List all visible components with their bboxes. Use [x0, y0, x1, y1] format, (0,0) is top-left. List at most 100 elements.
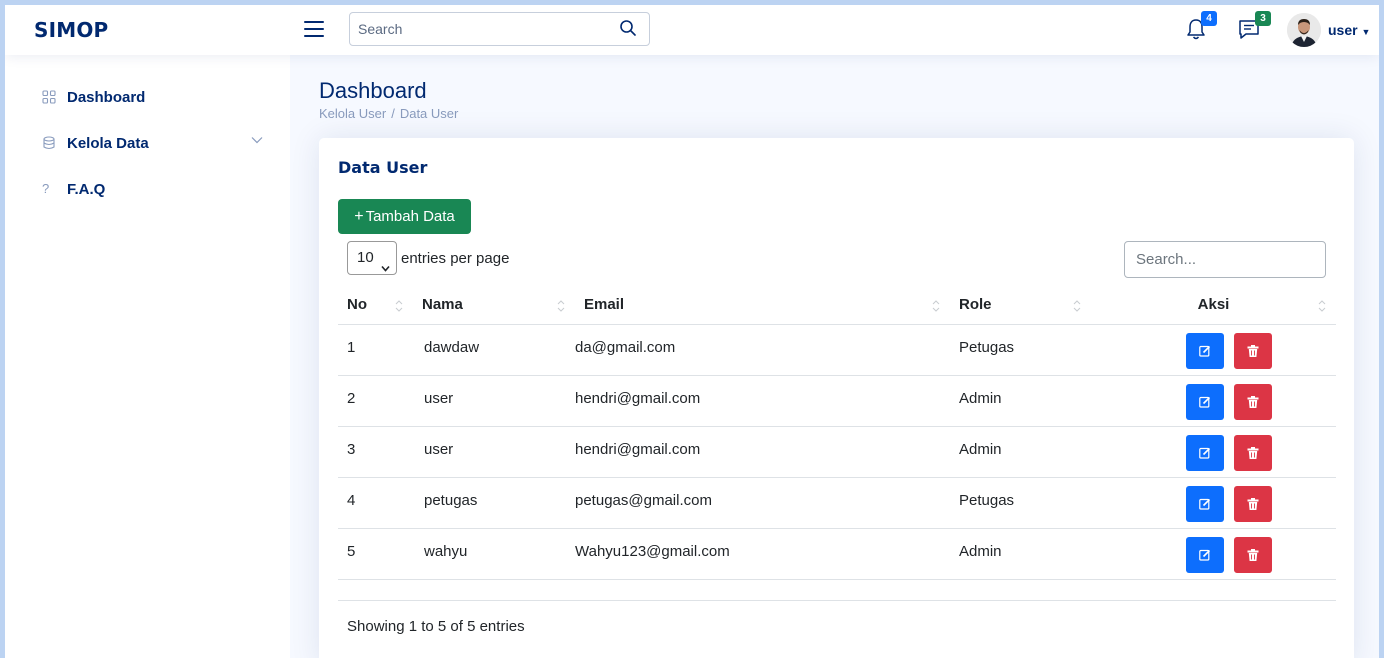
card-title: Data User: [338, 158, 428, 177]
table-row: 4 petugas petugas@gmail.com Petugas: [338, 477, 1336, 529]
edit-icon: [1199, 345, 1211, 357]
cell-nama: wahyu: [413, 528, 575, 580]
messages-chat-icon[interactable]: 3: [1237, 11, 1271, 43]
cell-nama: user: [413, 426, 575, 478]
breadcrumb-separator: /: [391, 106, 395, 121]
app-logo[interactable]: SIMOP: [34, 18, 108, 42]
cell-aksi: [1091, 426, 1336, 478]
header-search-input[interactable]: [350, 13, 615, 45]
table-row: 1 dawdaw da@gmail.com Petugas: [338, 324, 1336, 376]
trash-icon: [1247, 497, 1259, 510]
table-row: 2 user hendri@gmail.com Admin: [338, 375, 1336, 427]
sidebar-item-label: Kelola Data: [67, 135, 149, 152]
row-actions: [1186, 332, 1336, 375]
edit-button[interactable]: [1186, 434, 1224, 471]
avatar[interactable]: [1287, 13, 1321, 47]
delete-button[interactable]: [1234, 434, 1272, 471]
delete-button[interactable]: [1234, 536, 1272, 573]
cell-aksi: [1091, 324, 1336, 376]
cell-email: hendri@gmail.com: [575, 375, 950, 427]
cell-no: 3: [338, 426, 413, 478]
cell-aksi: [1091, 477, 1336, 529]
sort-icon: [932, 300, 940, 312]
breadcrumb: Kelola User / Data User: [319, 106, 458, 121]
cell-no: 5: [338, 528, 413, 580]
column-header-no[interactable]: No: [338, 286, 413, 325]
column-header-role[interactable]: Role: [950, 286, 1091, 325]
table-row: 5 wahyu Wahyu123@gmail.com Admin: [338, 528, 1336, 580]
cell-role: Admin: [950, 528, 1091, 580]
edit-button[interactable]: [1186, 332, 1224, 369]
cell-nama: dawdaw: [413, 324, 575, 376]
question-icon: ?: [42, 181, 50, 196]
sort-icon: [1318, 300, 1326, 312]
cell-aksi: [1091, 528, 1336, 580]
cell-email: hendri@gmail.com: [575, 426, 950, 478]
user-name[interactable]: user ▼: [1328, 22, 1370, 38]
notifications-badge: 4: [1201, 11, 1217, 26]
row-actions: [1186, 434, 1336, 477]
chevron-down-icon[interactable]: [250, 133, 264, 147]
trash-icon: [1247, 446, 1259, 459]
sort-icon: [395, 300, 403, 312]
column-header-email[interactable]: Email: [575, 286, 950, 325]
table-divider: [338, 600, 1336, 601]
breadcrumb-item-kelola-user[interactable]: Kelola User: [319, 106, 386, 121]
caret-down-icon: ▼: [1361, 27, 1371, 37]
table-header-row: No Nama Email Role Aksi: [338, 286, 1336, 325]
edit-icon: [1199, 498, 1211, 510]
data-user-card: Data User + Tambah Data 10 entries per pa…: [319, 138, 1354, 658]
sort-icon: [557, 300, 565, 312]
add-data-label: Tambah Data: [365, 208, 455, 225]
cell-no: 2: [338, 375, 413, 427]
sidebar-item-label: F.A.Q: [67, 181, 106, 198]
header-search: [349, 12, 650, 46]
edit-icon: [1199, 549, 1211, 561]
column-header-nama[interactable]: Nama: [413, 286, 575, 325]
sidebar: Dashboard Kelola Data ? F.A.Q: [5, 55, 290, 658]
cell-role: Admin: [950, 426, 1091, 478]
cell-nama: user: [413, 375, 575, 427]
grid-icon: [42, 90, 56, 104]
delete-button[interactable]: [1234, 485, 1272, 522]
trash-icon: [1247, 344, 1259, 357]
cell-no: 4: [338, 477, 413, 529]
add-data-button[interactable]: + Tambah Data: [338, 199, 471, 234]
table-search-input[interactable]: [1124, 241, 1326, 278]
cell-role: Petugas: [950, 324, 1091, 376]
entries-per-page-select[interactable]: 10: [347, 241, 397, 275]
edit-icon: [1199, 447, 1211, 459]
cell-role: Admin: [950, 375, 1091, 427]
edit-icon: [1199, 396, 1211, 408]
menu-toggle-icon[interactable]: [304, 19, 326, 37]
notifications-bell-icon[interactable]: 4: [1185, 11, 1217, 43]
cell-email: Wahyu123@gmail.com: [575, 528, 950, 580]
trash-icon: [1247, 548, 1259, 561]
sidebar-item-faq[interactable]: ? F.A.Q: [15, 169, 270, 209]
page-title: Dashboard: [319, 78, 427, 103]
cell-role: Petugas: [950, 477, 1091, 529]
search-icon[interactable]: [619, 19, 639, 39]
app-frame: SIMOP 4 3: [5, 5, 1379, 658]
messages-badge: 3: [1255, 11, 1271, 26]
edit-button[interactable]: [1186, 485, 1224, 522]
per-page-label: entries per page: [401, 250, 510, 267]
sidebar-item-dashboard[interactable]: Dashboard: [15, 77, 270, 117]
row-actions: [1186, 383, 1336, 426]
cell-email: da@gmail.com: [575, 324, 950, 376]
sidebar-item-label: Dashboard: [67, 89, 146, 106]
chevron-down-icon: [381, 253, 390, 272]
edit-button[interactable]: [1186, 536, 1224, 573]
delete-button[interactable]: [1234, 332, 1272, 369]
plus-icon: +: [354, 208, 364, 225]
row-actions: [1186, 536, 1336, 579]
sidebar-item-kelola-data[interactable]: Kelola Data: [15, 123, 270, 163]
table-info: Showing 1 to 5 of 5 entries: [347, 618, 525, 635]
cell-email: petugas@gmail.com: [575, 477, 950, 529]
column-header-aksi[interactable]: Aksi: [1091, 286, 1336, 325]
edit-button[interactable]: [1186, 383, 1224, 420]
delete-button[interactable]: [1234, 383, 1272, 420]
trash-icon: [1247, 395, 1259, 408]
per-page-value: 10: [357, 249, 374, 266]
row-actions: [1186, 485, 1336, 528]
